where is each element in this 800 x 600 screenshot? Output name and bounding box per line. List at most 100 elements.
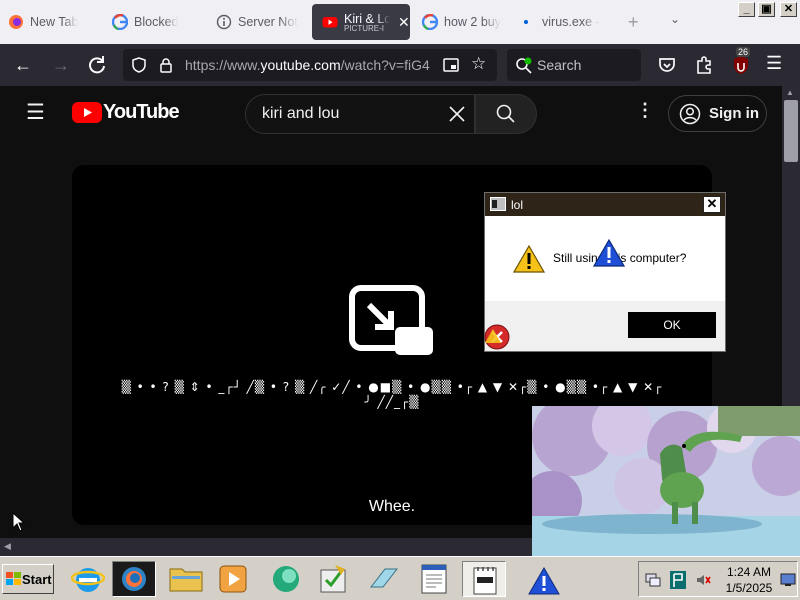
search-bar[interactable]: Search bbox=[507, 49, 641, 81]
firefox-icon bbox=[122, 567, 146, 591]
media-player-icon bbox=[219, 565, 247, 593]
back-arrow-icon[interactable]: ← bbox=[12, 54, 34, 76]
mouse-cursor-icon bbox=[12, 512, 26, 532]
tab-label: Blocked bbox=[134, 15, 179, 29]
scrollbar-thumb[interactable] bbox=[784, 100, 798, 162]
tab-kiri-and-lou[interactable]: Kiri & Lo PICTURE-I ✕ bbox=[312, 4, 410, 40]
shield-icon[interactable] bbox=[131, 57, 147, 73]
warning-icon bbox=[513, 245, 545, 273]
sign-in-label: Sign in bbox=[709, 105, 759, 122]
extensions-puzzle-icon[interactable] bbox=[694, 55, 714, 75]
close-tab-icon[interactable]: ✕ bbox=[398, 14, 410, 31]
taskbar-media-player[interactable] bbox=[212, 561, 256, 597]
google-icon bbox=[422, 14, 438, 30]
lock-icon[interactable] bbox=[159, 57, 173, 73]
desktop: New Tab Blocked Server Not Kiri & Lo PIC… bbox=[0, 0, 800, 600]
search-query: kiri and lou bbox=[262, 105, 340, 122]
loading-dot-icon bbox=[524, 20, 528, 24]
guide-menu-icon[interactable]: ☰ bbox=[26, 102, 45, 123]
ublock-extension-icon[interactable]: 26 bbox=[730, 47, 752, 76]
document-icon bbox=[421, 564, 447, 594]
ok-button[interactable]: OK bbox=[628, 312, 716, 338]
start-button[interactable]: Start bbox=[2, 564, 54, 594]
tab-server-not-found[interactable]: Server Not bbox=[216, 4, 306, 40]
restore-button[interactable]: ▣ bbox=[758, 2, 775, 17]
clear-search-icon[interactable] bbox=[448, 105, 466, 123]
taskbar-firefox[interactable] bbox=[112, 561, 156, 597]
more-options-icon[interactable]: ⋮ bbox=[636, 100, 654, 121]
chat-bubble-icon bbox=[273, 566, 299, 592]
tab-label: how 2 buy bbox=[444, 15, 501, 29]
picture-in-picture-icon[interactable] bbox=[443, 57, 459, 73]
tab-label: virus.exe - bbox=[542, 15, 600, 29]
account-icon bbox=[679, 103, 701, 125]
tab-label: Server Not bbox=[238, 15, 298, 29]
search-placeholder: Search bbox=[537, 57, 582, 73]
youtube-play-logo-icon bbox=[72, 102, 102, 123]
close-window-button[interactable]: ✕ bbox=[780, 2, 797, 17]
browser-nav-bar: ← → https://www.youtube.com/watch?v=fiG4… bbox=[0, 44, 800, 86]
security-flag-icon[interactable] bbox=[669, 570, 687, 590]
taskbar-file-explorer[interactable] bbox=[164, 561, 208, 597]
reload-icon[interactable] bbox=[86, 54, 108, 76]
taskbar-eraser-app[interactable] bbox=[362, 561, 406, 597]
window-app-icon bbox=[490, 197, 506, 211]
pip-video-window[interactable] bbox=[532, 406, 800, 556]
youtube-search-input[interactable]: kiri and lou bbox=[245, 94, 475, 134]
forward-arrow-icon[interactable]: → bbox=[50, 54, 72, 76]
youtube-search-button[interactable] bbox=[475, 94, 537, 134]
taskbar-checklist-app[interactable] bbox=[312, 561, 356, 597]
url-host: youtube.com bbox=[260, 57, 341, 73]
ublock-shield-icon bbox=[734, 56, 748, 74]
blue-warning-icon bbox=[528, 567, 560, 595]
windows-taskbar: Start 1:24 AM 1/5/2025 bbox=[0, 556, 800, 600]
error-icon bbox=[484, 324, 510, 350]
dialog-close-button[interactable]: ✕ bbox=[703, 196, 721, 213]
taskbar-notepad-window[interactable] bbox=[462, 561, 506, 597]
network-icon[interactable] bbox=[645, 572, 661, 588]
volume-muted-icon[interactable] bbox=[695, 572, 711, 588]
clock[interactable]: 1:24 AM 1/5/2025 bbox=[719, 564, 779, 596]
taskbar-document-window[interactable] bbox=[412, 561, 456, 597]
eraser-icon bbox=[369, 568, 399, 588]
clock-time: 1:24 AM bbox=[726, 565, 772, 579]
bookmark-star-icon[interactable]: ☆ bbox=[471, 54, 486, 74]
minimize-button[interactable]: _ bbox=[738, 2, 755, 17]
tab-label: New Tab bbox=[30, 15, 79, 29]
info-icon bbox=[216, 14, 232, 30]
tab-new-tab[interactable]: New Tab bbox=[8, 4, 104, 40]
taskbar-messenger[interactable] bbox=[264, 561, 308, 597]
youtube-icon bbox=[322, 17, 338, 28]
browser-tab-strip: New Tab Blocked Server Not Kiri & Lo PIC… bbox=[0, 0, 800, 44]
taskbar-warning-app[interactable] bbox=[522, 561, 566, 597]
address-bar[interactable]: https://www.youtube.com/watch?v=fiG4 ☆ bbox=[123, 49, 497, 81]
show-desktop-icon[interactable] bbox=[780, 573, 796, 587]
pocket-icon[interactable] bbox=[657, 55, 677, 75]
hamburger-menu-icon[interactable]: ☰ bbox=[766, 53, 782, 74]
url-path: /watch?v=fiG4 bbox=[340, 57, 430, 73]
checklist-icon bbox=[320, 565, 346, 593]
tab-virus-exe[interactable]: virus.exe - bbox=[520, 4, 610, 40]
clock-date: 1/5/2025 bbox=[725, 581, 773, 595]
windows-logo-icon bbox=[6, 572, 21, 585]
taskbar-internet-explorer[interactable] bbox=[66, 561, 110, 597]
search-icon bbox=[496, 104, 515, 123]
list-all-tabs-chevron-icon[interactable]: ⌄ bbox=[670, 12, 680, 26]
sign-in-button[interactable]: Sign in bbox=[668, 95, 767, 132]
url-text[interactable]: https://www.youtube.com/watch?v=fiG4 bbox=[185, 57, 435, 73]
url-prefix: https://www. bbox=[185, 57, 261, 73]
new-tab-plus-icon[interactable]: + bbox=[628, 12, 639, 33]
folder-icon bbox=[169, 568, 203, 592]
scroll-left-arrow-icon[interactable]: ◀ bbox=[4, 541, 11, 552]
firefox-icon bbox=[9, 15, 23, 29]
tab-blocked[interactable]: Blocked bbox=[112, 4, 208, 40]
lol-dialog: lol ✕ Still using this computer? OK bbox=[484, 192, 726, 352]
start-label: Start bbox=[22, 572, 52, 587]
tab-how-2-buy[interactable]: how 2 buy bbox=[422, 4, 514, 40]
notepad-icon bbox=[473, 567, 497, 595]
scroll-up-arrow-icon[interactable]: ▲ bbox=[786, 88, 794, 97]
overlapping-warning-icon bbox=[593, 239, 625, 267]
tab-label: Kiri & Lo bbox=[344, 11, 390, 26]
dialog-title-bar[interactable]: lol ✕ bbox=[485, 193, 725, 216]
extension-badge: 26 bbox=[736, 47, 751, 57]
